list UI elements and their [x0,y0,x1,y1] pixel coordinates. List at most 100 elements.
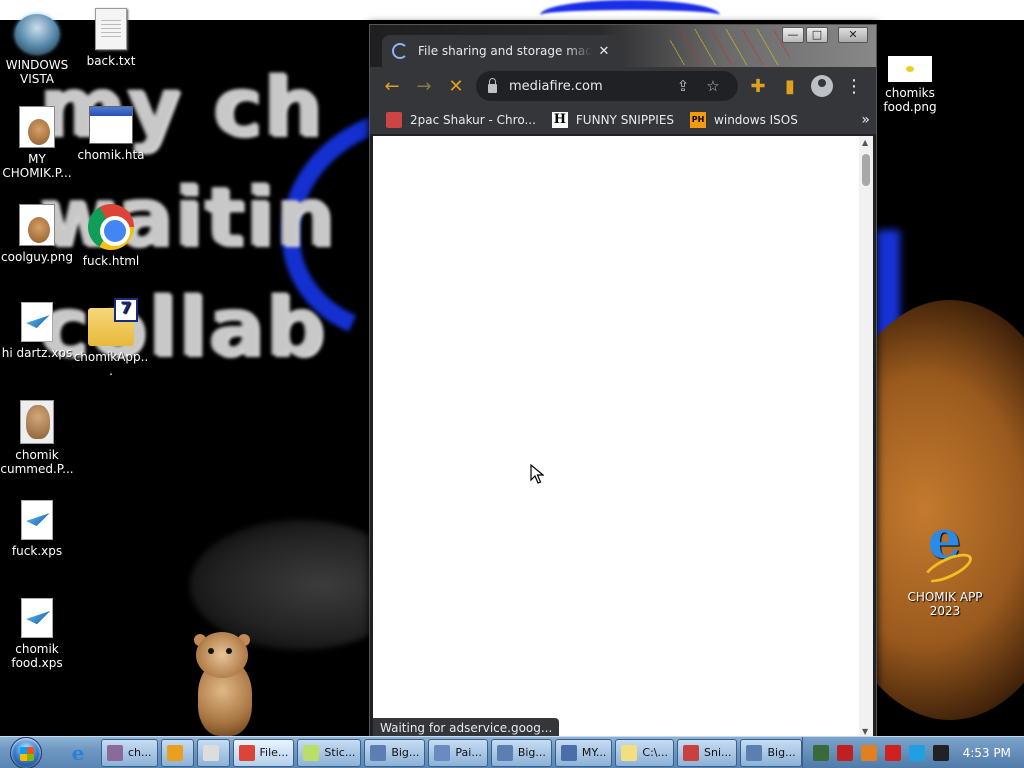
tab-close-icon[interactable]: ✕ [596,44,612,59]
tab-title: File sharing and storage made si [418,44,592,58]
side-panel-icon[interactable]: ▮ [774,70,806,102]
address-bar[interactable]: mediafire.com ⇪ ☆ [476,71,738,101]
status-bubble: Waiting for adservice.goog... [373,718,560,738]
desktop-icon-chomiks-food-png[interactable]: chomiks food.png [872,44,948,114]
tray-app-icon[interactable] [812,744,829,761]
stop-loading-icon[interactable]: ✕ [440,70,472,102]
window-close-button[interactable]: ✕ [838,27,868,43]
taskbar-item[interactable]: Big... [490,738,552,767]
desktop-icon-chomik-food-xps[interactable]: chomik food.xps [0,598,75,670]
bookmarks-bar: 2pac Shakur - Chro... H FUNNY SNIPPIES P… [370,105,876,135]
tray-app-icon[interactable] [884,744,901,761]
xps-file-icon [21,500,53,540]
bookmark-label: 2pac Shakur - Chro... [410,112,536,127]
tray-app-icon[interactable] [908,744,925,761]
taskbar-item[interactable]: File... [232,738,295,767]
desktop-icon-back-txt[interactable]: back.txt [73,8,149,68]
taskbar-app-icon [202,744,219,761]
desktop-icon-label: chomiks food.png [883,86,937,114]
desktop-icon-chomik-cummed[interactable]: chomik cummed.P... [0,400,75,476]
desktop-icon-label: hi dartz.xps [1,346,73,360]
desktop-icon-fuck-xps[interactable]: fuck.xps [0,500,75,558]
scrollbar-thumb[interactable] [862,154,870,186]
taskbar-item-label: C:\... [642,746,668,759]
internet-explorer-icon [922,534,968,586]
taskbar-item[interactable]: C:\... [615,738,674,767]
desktop-icon-chomik-app-2023[interactable]: CHOMIK APP 2023 [907,534,983,618]
taskbar-app-icon [746,744,763,761]
taskbar-item-label: MY... [581,746,607,759]
address-bar-url[interactable]: mediafire.com [509,79,668,94]
window-minimize-button[interactable]: — [782,27,804,43]
taskbar-item-label: Big... [391,746,420,759]
lock-icon[interactable] [488,77,497,93]
start-button[interactable] [4,736,48,768]
bookmark-star-icon[interactable]: ☆ [698,77,728,95]
browser-title-bar[interactable]: File sharing and storage made si ✕ — □ ✕ [370,25,876,67]
bookmark-2pac-shakur[interactable]: 2pac Shakur - Chro... [386,111,536,128]
desktop-icon-label: chomik cummed.P... [0,448,74,476]
share-icon[interactable]: ⇪ [668,77,698,95]
taskbar-item-label: Big... [517,746,546,759]
mouse-cursor-icon [530,464,544,484]
hamster-desktop-pet[interactable] [190,632,260,736]
taskbar-item[interactable] [160,738,194,767]
folder-icon [88,298,138,346]
bookmark-windows-isos[interactable]: PH windows ISOS [690,111,798,128]
taskbar-item-label: ch... [128,746,152,759]
clock[interactable]: 4:53 PM [963,746,1011,760]
chrome-browser-window[interactable]: File sharing and storage made si ✕ — □ ✕… [369,24,877,740]
scroll-down-arrow-icon[interactable]: ▼ [862,727,868,736]
tray-app-icon[interactable] [932,744,949,761]
image-file-icon [19,204,55,246]
profile-avatar-icon[interactable] [806,70,838,102]
taskbar-item[interactable]: Big... [364,738,426,767]
taskbar-item-label: Big... [767,746,796,759]
internet-explorer-quicklaunch-icon[interactable]: e [64,739,92,767]
windows-start-orb-icon [10,736,42,768]
taskbar-app-icon [682,744,699,761]
back-arrow-icon[interactable]: ← [376,70,408,102]
tray-app-icon[interactable] [860,744,877,761]
scroll-up-arrow-icon[interactable]: ▲ [862,138,868,147]
tray-app-icon[interactable] [836,744,853,761]
vertical-scrollbar[interactable]: ▲ ▼ [859,136,873,738]
extensions-puzzle-icon[interactable]: ✚ [742,70,774,102]
window-maximize-button[interactable]: □ [806,27,828,43]
bookmarks-overflow-chevron-icon[interactable]: » [861,112,870,128]
tray-icons [809,744,953,761]
taskbar-app-icon [560,744,577,761]
bookmark-label: windows ISOS [714,112,798,127]
taskbar-item[interactable]: Sni... [676,738,738,767]
taskbar-app-icon [107,744,123,761]
chrome-menu-icon[interactable]: ⋮ [838,70,870,102]
taskbar-item[interactable]: Big... [740,738,802,767]
taskbar-item-label: Stic... [324,746,356,759]
xps-file-icon [21,302,53,342]
taskbar-item[interactable]: MY... [554,738,613,767]
desktop-icon-chomik-app-folder[interactable]: chomikApp... [73,298,149,378]
desktop-icon-chomik-hta[interactable]: chomik.hta [73,106,149,162]
desktop-icon-label: WINDOWS VISTA [5,58,69,86]
desktop-icon-hi-dartz-xps[interactable]: hi dartz.xps [0,302,75,360]
taskbar-item[interactable] [196,738,230,767]
desktop-icon-windows-vista[interactable]: WINDOWS VISTA [0,14,75,86]
forward-arrow-icon[interactable]: → [408,70,440,102]
desktop-icon-label: chomikApp... [73,350,149,378]
taskbar-item[interactable]: Pai... [428,738,488,767]
bookmark-favicon-icon: H [551,111,568,128]
wallpaper-top-strip [0,0,1024,20]
taskbar-item-label: Sni... [703,746,732,759]
desktop-icon-my-chomik[interactable]: MY CHOMIK.P... [0,106,75,180]
taskbar-app-icon [434,744,451,761]
desktop-icon-coolguy-png[interactable]: coolguy.png [0,204,75,264]
browser-toolbar: ← → ✕ mediafire.com ⇪ ☆ ✚ ▮ ⋮ [370,67,876,105]
taskbar-item[interactable]: ch... [101,738,158,767]
bookmark-funny-snippies[interactable]: H FUNNY SNIPPIES [551,111,675,128]
taskbar-item[interactable]: Stic... [297,738,362,767]
browser-tab-active[interactable]: File sharing and storage made si ✕ [382,35,620,67]
taskbar-app-icon [238,744,255,761]
bookmark-label: FUNNY SNIPPIES [575,112,675,127]
page-content-area[interactable]: ▲ ▼ [373,136,873,738]
desktop-icon-fuck-html[interactable]: fuck.html [73,204,149,268]
